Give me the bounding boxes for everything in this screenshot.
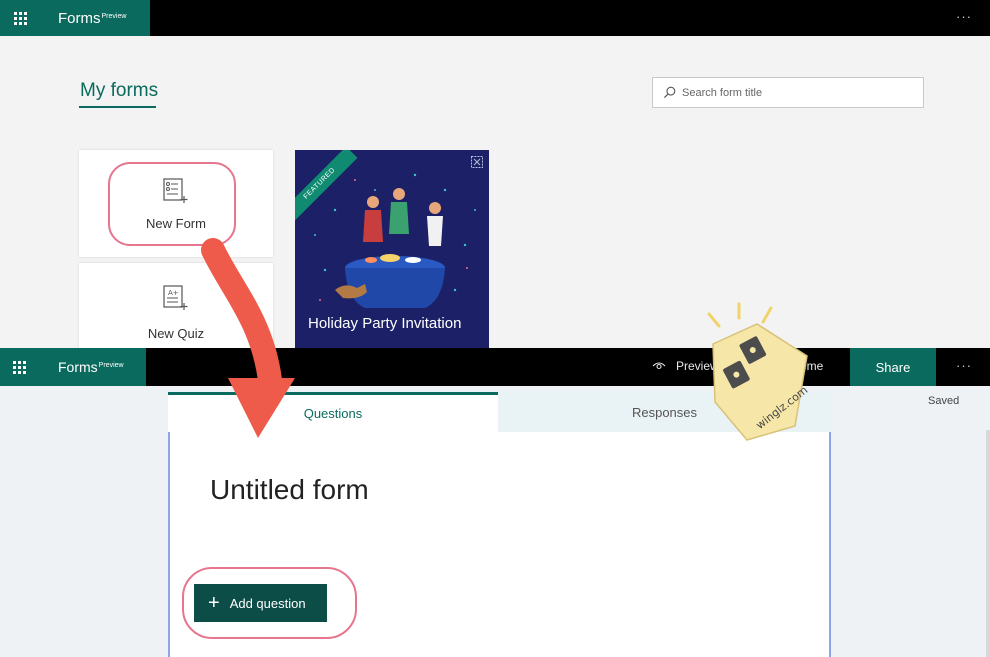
- form-editor-screen: Forms Preview Preview Theme Share ··· Sav…: [0, 348, 990, 657]
- search-input[interactable]: Search form title: [652, 77, 924, 108]
- new-quiz-label: New Quiz: [147, 326, 205, 341]
- eye-icon: [652, 362, 666, 370]
- search-placeholder: Search form title: [682, 86, 763, 99]
- tab-responses[interactable]: Responses: [498, 392, 831, 432]
- brand-name: Forms: [58, 359, 98, 375]
- app-launcher-icon[interactable]: [0, 348, 38, 386]
- form-title[interactable]: Untitled form: [210, 474, 369, 506]
- palette-icon: [763, 359, 776, 373]
- holiday-card-title: Holiday Party Invitation: [308, 315, 462, 332]
- highlight-ring-new-form: [108, 162, 236, 246]
- more-options-icon[interactable]: ···: [956, 9, 972, 24]
- scrollbar[interactable]: [986, 430, 990, 657]
- my-forms-screen: Forms Preview ··· My forms Search form ti…: [0, 0, 990, 348]
- my-forms-title[interactable]: My forms: [80, 80, 158, 102]
- preview-button[interactable]: Preview: [652, 359, 719, 373]
- tab-questions[interactable]: Questions: [168, 392, 498, 432]
- share-button[interactable]: Share: [850, 348, 936, 386]
- editor-tabs: Questions Responses: [168, 392, 831, 432]
- holiday-party-template-card[interactable]: FEATURED Holiday Party Invitation: [295, 150, 489, 348]
- saved-status: Saved: [928, 395, 960, 407]
- new-quiz-card[interactable]: A+ New Quiz: [79, 263, 273, 348]
- top-app-bar: Forms Preview ···: [0, 0, 990, 36]
- theme-button[interactable]: Theme: [763, 359, 823, 373]
- app-launcher-icon[interactable]: [0, 0, 40, 36]
- brand-name: Forms: [58, 9, 101, 27]
- search-icon: [663, 86, 676, 99]
- forms-brand[interactable]: Forms Preview: [40, 0, 150, 36]
- brand-badge: Preview: [98, 361, 124, 369]
- svg-text:A+: A+: [168, 289, 179, 297]
- more-options-icon[interactable]: ···: [956, 358, 972, 373]
- preview-label: Preview: [676, 359, 719, 373]
- editor-app-bar: Forms Preview Preview Theme Share ···: [0, 348, 990, 386]
- highlight-ring-add-question: [182, 567, 357, 639]
- my-forms-underline: [79, 106, 156, 108]
- forms-brand[interactable]: Forms Preview: [38, 348, 146, 386]
- expand-icon[interactable]: [471, 156, 483, 168]
- theme-label: Theme: [786, 359, 824, 373]
- brand-badge: Preview: [101, 12, 127, 20]
- quiz-icon: A+: [163, 285, 188, 310]
